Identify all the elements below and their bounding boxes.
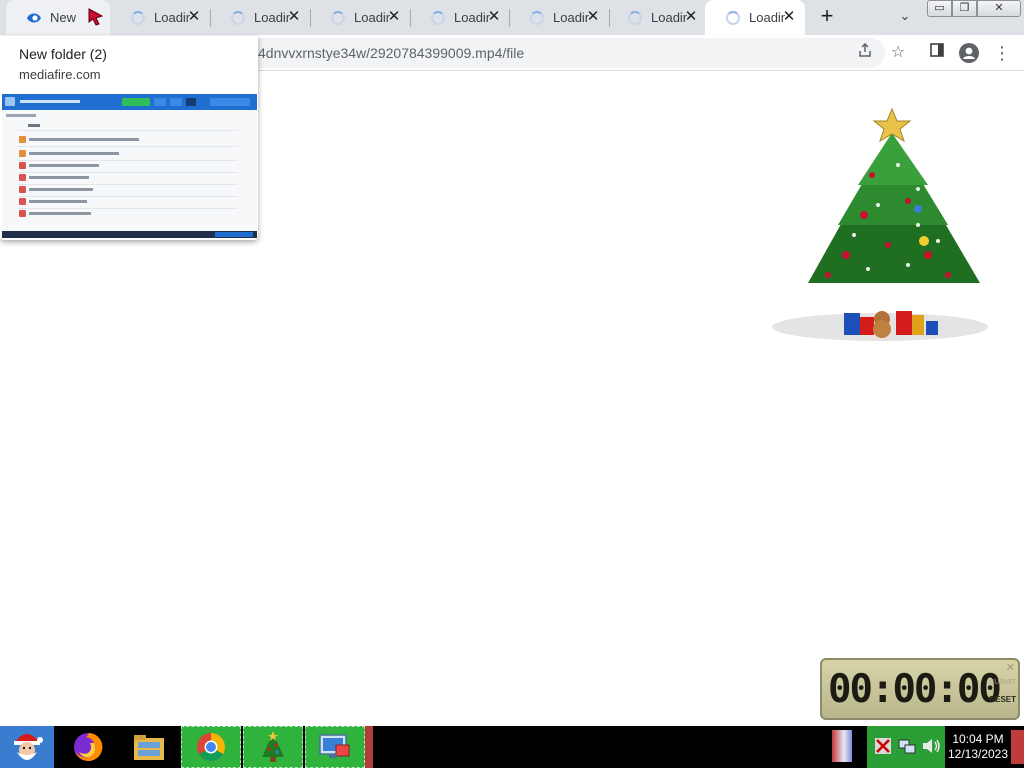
tab-3[interactable]: Loading ✕ <box>310 0 410 35</box>
menu-icon[interactable]: ⋮ <box>991 42 1013 64</box>
taskbar-clock[interactable]: 10:04 PM 12/13/2023 <box>945 726 1011 768</box>
loading-spinner-icon <box>330 10 346 26</box>
url-text: 4dnvvxrnstye34w/2920784399009.mp4/file <box>258 45 525 61</box>
bookmark-star-icon[interactable]: ☆ <box>887 42 909 64</box>
tray-action-center-icon[interactable] <box>875 738 891 754</box>
preview-cookie-banner <box>2 231 257 238</box>
santa-start-icon[interactable] <box>0 726 54 768</box>
tab-title: Loading <box>454 10 490 25</box>
restore-button[interactable]: ❐ <box>952 0 977 17</box>
tab-5[interactable]: Loading ✕ <box>509 0 609 35</box>
tab-title: New folder <box>50 10 78 25</box>
stopwatch-widget: 00:00:00 ✕ SUBMIT RESET <box>820 658 1020 720</box>
preview-header-bar <box>2 94 257 110</box>
share-icon[interactable] <box>854 42 876 64</box>
address-bar[interactable]: 4dnvvxrnstye34w/2920784399009.mp4/file <box>230 38 885 68</box>
tab-strip: New folder Loading ✕ Loading ✕ Loading ✕… <box>0 0 1024 35</box>
minimize-button[interactable]: ▭ <box>927 0 952 17</box>
remote-desktop-icon[interactable] <box>305 726 365 768</box>
stopwatch-submit-button[interactable]: SUBMIT <box>990 679 1016 686</box>
new-tab-button[interactable]: + <box>815 4 839 30</box>
hover-card-domain: mediafire.com <box>19 67 101 82</box>
loading-spinner-icon <box>725 10 741 26</box>
loading-spinner-icon <box>627 10 643 26</box>
profile-icon[interactable] <box>959 43 979 63</box>
tab-title: Loading <box>553 10 589 25</box>
chrome-icon[interactable] <box>181 726 241 768</box>
loading-spinner-icon <box>430 10 446 26</box>
show-desktop-button[interactable] <box>1011 730 1024 764</box>
stopwatch-reset-button[interactable]: RESET <box>989 695 1016 704</box>
stopwatch-close-icon[interactable]: ✕ <box>1006 661 1015 674</box>
tab-title: Loading <box>651 10 687 25</box>
close-icon[interactable]: ✕ <box>386 9 402 25</box>
tab-search-icon[interactable]: ⌄ <box>896 8 914 26</box>
tab-2[interactable]: Loading ✕ <box>210 0 310 35</box>
tab-0[interactable]: New folder <box>6 0 110 35</box>
tab-preview-thumbnail <box>2 94 257 238</box>
system-tray <box>867 726 945 768</box>
close-icon[interactable]: ✕ <box>186 9 202 25</box>
clock-time: 10:04 PM <box>952 732 1004 746</box>
network-icon[interactable] <box>897 736 917 756</box>
mediafire-favicon-icon <box>26 10 42 26</box>
window-close-button[interactable]: ✕ <box>977 0 1021 17</box>
hover-card-title: New folder (2) <box>19 46 107 62</box>
loading-spinner-icon <box>130 10 146 26</box>
close-icon[interactable]: ✕ <box>683 9 699 25</box>
tab-title: Loading <box>354 10 390 25</box>
stopwatch-display: 00:00:00 <box>828 667 1002 712</box>
close-icon[interactable]: ✕ <box>286 9 302 25</box>
tab-6[interactable]: Loading ✕ <box>607 0 707 35</box>
tab-title: Loading <box>254 10 290 25</box>
show-desktop-flag-icon[interactable] <box>832 730 852 762</box>
window-controls: ▭ ❐ ✕ <box>927 0 1021 18</box>
tab-hover-card: New folder (2) mediafire.com <box>0 36 258 240</box>
firefox-icon[interactable] <box>66 726 110 768</box>
taskbar-divider <box>365 726 373 768</box>
christmas-tree-icon[interactable] <box>243 726 303 768</box>
volume-icon[interactable] <box>921 737 941 755</box>
cursor-icon <box>88 8 104 29</box>
loading-spinner-icon <box>529 10 545 26</box>
close-icon[interactable]: ✕ <box>585 9 601 25</box>
tab-1[interactable]: Loading ✕ <box>110 0 210 35</box>
close-icon[interactable]: ✕ <box>781 9 797 25</box>
clock-date: 12/13/2023 <box>947 747 1009 761</box>
close-icon[interactable]: ✕ <box>486 9 502 25</box>
tab-4[interactable]: Loading ✕ <box>410 0 510 35</box>
loading-spinner-icon <box>230 10 246 26</box>
tab-title: Loading <box>749 10 785 25</box>
tab-title: Loading <box>154 10 190 25</box>
taskbar: 10:04 PM 12/13/2023 <box>0 726 1024 768</box>
tab-7-active[interactable]: Loading ✕ <box>705 0 805 35</box>
file-manager-icon[interactable] <box>128 726 170 768</box>
christmas-tree-image <box>768 105 994 345</box>
side-panel-icon[interactable] <box>926 42 948 64</box>
